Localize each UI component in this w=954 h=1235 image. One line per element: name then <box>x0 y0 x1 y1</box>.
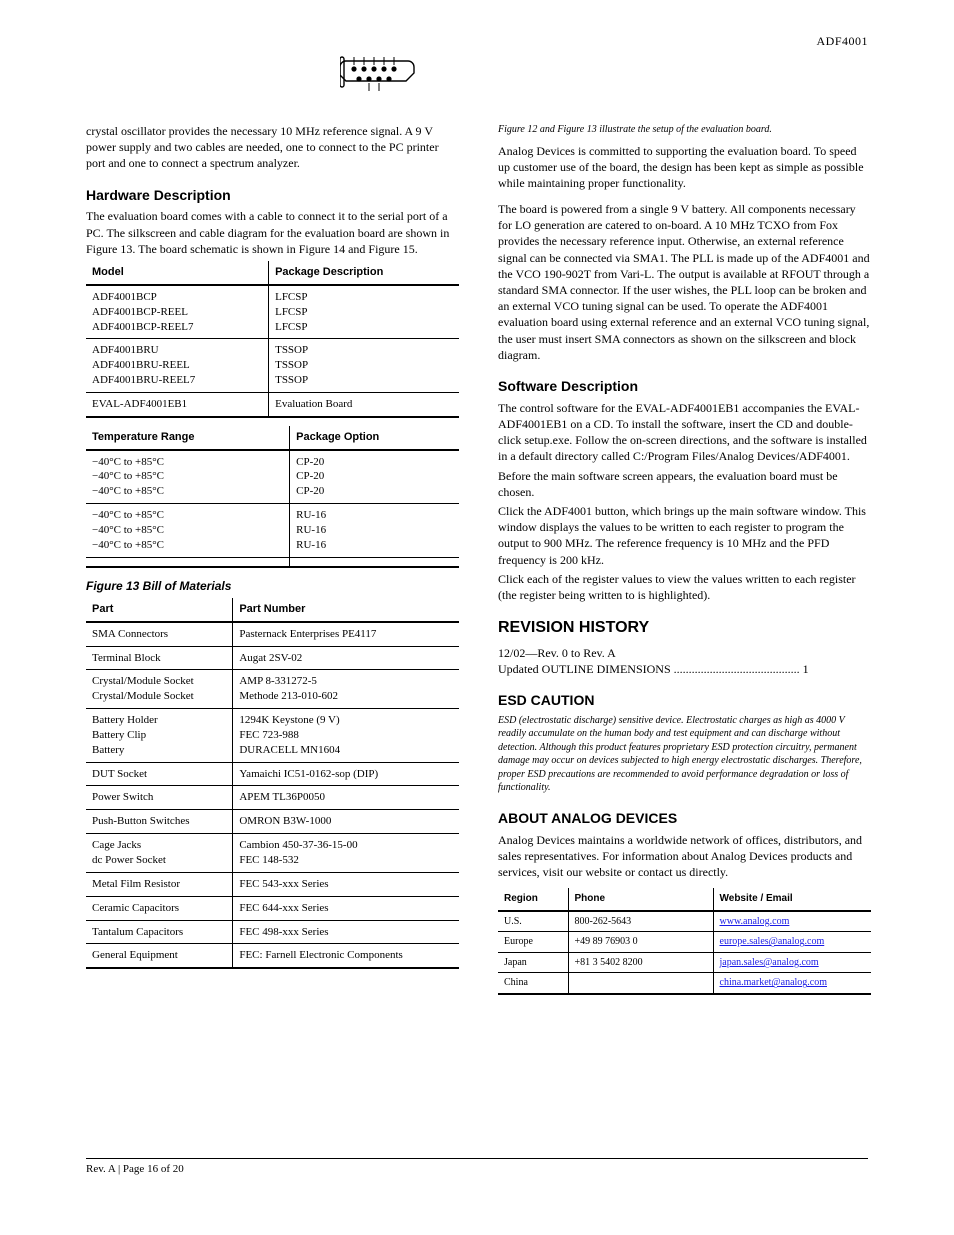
table-row: Battery Holder Battery Clip Battery1294K… <box>86 709 459 763</box>
contact-header-1: Phone <box>568 888 713 911</box>
table-row: SMA ConnectorsPasternack Enterprises PE4… <box>86 622 459 646</box>
rev-block: 12/02—Rev. 0 to Rev. A Updated OUTLINE D… <box>498 645 871 677</box>
table-row: Ceramic CapacitorsFEC 644-xxx Series <box>86 896 459 920</box>
figure-note: Figure 12 and Figure 13 illustrate the s… <box>498 123 871 137</box>
table-row: −40°C to +85°C −40°C to +85°C −40°C to +… <box>86 504 459 558</box>
sw-p1: The control software for the EVAL-ADF400… <box>498 400 871 465</box>
contact-header-2: Website / Email <box>713 888 871 911</box>
left-column: crystal oscillator provides the necessar… <box>86 120 459 977</box>
temp-header-1: Package Option <box>290 426 459 450</box>
table-row: Terminal BlockAugat 2SV-02 <box>86 646 459 670</box>
db9-connector-icon <box>340 53 418 105</box>
hw-heading: Hardware Description <box>86 186 459 205</box>
table-row: Cage Jacks dc Power SocketCambion 450-37… <box>86 834 459 873</box>
table-row: EVAL-ADF4001EB1Evaluation Board <box>86 392 459 416</box>
table-row: Crystal/Module Socket Crystal/Module Soc… <box>86 670 459 709</box>
rev-heading: REVISION HISTORY <box>498 617 871 639</box>
about-heading: ABOUT ANALOG DEVICES <box>498 809 871 828</box>
page-header: ADF4001 <box>0 34 954 49</box>
sw-p3: Click the ADF4001 button, which brings u… <box>498 503 871 568</box>
table-row: General EquipmentFEC: Farnell Electronic… <box>86 944 459 968</box>
sw-p2: Before the main software screen appears,… <box>498 468 871 500</box>
esd-heading: ESD CAUTION <box>498 691 871 710</box>
table-row: −40°C to +85°C −40°C to +85°C −40°C to +… <box>86 450 459 504</box>
bom-table: Part Part Number SMA ConnectorsPasternac… <box>86 598 459 969</box>
contact-link[interactable]: www.analog.com <box>713 911 871 932</box>
table-row: DUT SocketYamaichi IC51-0162-sop (DIP) <box>86 762 459 786</box>
table-row: ADF4001BRU ADF4001BRU-REEL ADF4001BRU-RE… <box>86 339 459 393</box>
contact-link[interactable]: europe.sales@analog.com <box>713 932 871 953</box>
table-row <box>86 557 459 567</box>
table-row: ADF4001BCP ADF4001BCP-REEL ADF4001BCP-RE… <box>86 285 459 339</box>
sw-p4: Click each of the register values to vie… <box>498 571 871 603</box>
contact-link[interactable]: china.market@analog.com <box>713 973 871 994</box>
table-row: U.S.800-262-5643www.analog.com <box>498 911 871 932</box>
table-row: Push-Button SwitchesOMRON B3W-1000 <box>86 810 459 834</box>
sw-heading: Software Description <box>498 377 871 396</box>
about-paragraph: Analog Devices maintains a worldwide net… <box>498 832 871 881</box>
table-row: Power SwitchAPEM TL36P0050 <box>86 786 459 810</box>
hw-p1: The evaluation board comes with a cable … <box>86 208 459 257</box>
table-row: Chinachina.market@analog.com <box>498 973 871 994</box>
table-row: Metal Film ResistorFEC 543-xxx Series <box>86 872 459 896</box>
footer-left: Rev. A | Page 16 of 20 <box>86 1163 184 1175</box>
temp-package-table: Temperature Range Package Option −40°C t… <box>86 426 459 568</box>
bom-header-0: Part <box>86 598 233 622</box>
models-header-1: Package Description <box>269 261 459 285</box>
esd-paragraph: ESD (electrostatic discharge) sensitive … <box>498 714 871 795</box>
contact-header-0: Region <box>498 888 568 911</box>
bom-heading: Figure 13 Bill of Materials <box>86 578 459 594</box>
hw-p2: The board is powered from a single 9 V b… <box>498 201 871 363</box>
models-header-0: Model <box>86 261 269 285</box>
table-row: Tantalum CapacitorsFEC 498-xxx Series <box>86 920 459 944</box>
service-note: Analog Devices is committed to supportin… <box>498 143 871 192</box>
page-footer: Rev. A | Page 16 of 20 <box>86 1158 868 1175</box>
models-table: Model Package Description ADF4001BCP ADF… <box>86 261 459 418</box>
table-row: Europe+49 89 76903 0europe.sales@analog.… <box>498 932 871 953</box>
intro-paragraph: crystal oscillator provides the necessar… <box>86 123 459 172</box>
contact-link[interactable]: japan.sales@analog.com <box>713 952 871 973</box>
temp-header-0: Temperature Range <box>86 426 290 450</box>
contact-table: Region Phone Website / Email U.S.800-262… <box>498 888 871 995</box>
bom-header-1: Part Number <box>233 598 459 622</box>
right-column: Figure 12 and Figure 13 illustrate the s… <box>498 120 871 995</box>
table-row: Japan+81 3 5402 8200japan.sales@analog.c… <box>498 952 871 973</box>
product-title: ADF4001 <box>816 34 868 49</box>
